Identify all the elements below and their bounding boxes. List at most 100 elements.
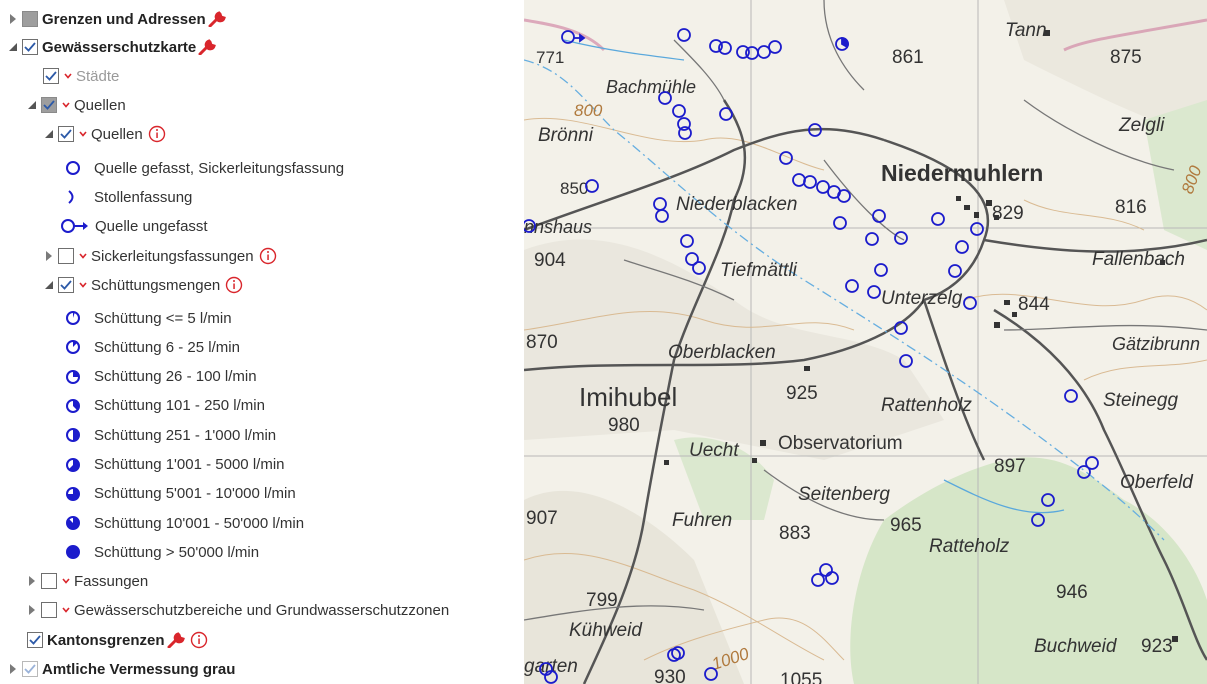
checkbox-unchecked[interactable] <box>41 602 57 618</box>
info-icon[interactable] <box>259 247 277 265</box>
chevron-down-icon[interactable] <box>78 253 88 259</box>
map-label: 1055 <box>780 670 822 684</box>
circle-open-icon <box>66 159 88 177</box>
wrench-icon[interactable] <box>167 632 185 648</box>
layer-label: Grenzen und Adressen <box>42 10 206 28</box>
map-label: Fallenbach <box>1092 249 1185 270</box>
map-label: Rattenholz <box>881 395 972 416</box>
map-view[interactable]: Tann 861 875 771 Bachmühle 800 Brönni Ze… <box>524 0 1207 684</box>
expand-arrow-icon[interactable] <box>44 250 54 262</box>
layer-quellen-group[interactable]: Quellen <box>27 92 126 118</box>
layer-quellen[interactable]: Quellen <box>44 121 166 147</box>
expand-arrow-icon[interactable] <box>27 575 37 587</box>
wrench-icon[interactable] <box>198 39 217 55</box>
layer-staedte[interactable]: Städte <box>43 63 119 89</box>
layer-panel: Grenzen und Adressen Gewässerschutzkarte… <box>0 0 524 684</box>
map-label: Oberblacken <box>668 342 776 363</box>
layer-gewaesserschutzkarte[interactable]: Gewässerschutzkarte <box>8 34 217 60</box>
checkbox-checked[interactable] <box>22 39 38 55</box>
wrench-icon[interactable] <box>208 11 226 27</box>
checkbox-checked[interactable] <box>27 632 43 648</box>
map-label: 875 <box>1110 47 1142 68</box>
checkbox-checked-disabled[interactable] <box>22 661 38 677</box>
legend-label: Schüttung 101 - 250 l/min <box>94 397 265 415</box>
flow-pie-icon <box>66 456 88 474</box>
layer-label: Kantonsgrenzen <box>47 631 165 649</box>
checkbox-unchecked[interactable] <box>41 573 57 589</box>
legend-label: Quelle ungefasst <box>95 217 208 235</box>
chevron-down-icon[interactable] <box>61 578 71 584</box>
map-label: Zelgli <box>1118 115 1165 136</box>
map-label: Tann <box>1005 20 1047 41</box>
layer-label: Quellen <box>74 96 126 114</box>
info-icon[interactable] <box>148 125 166 143</box>
topographic-map[interactable]: Tann 861 875 771 Bachmühle 800 Brönni Ze… <box>524 0 1207 684</box>
map-label: Steinegg <box>1103 390 1178 411</box>
chevron-down-icon[interactable] <box>61 102 71 108</box>
layer-schuettungsmengen[interactable]: Schüttungsmengen <box>44 272 243 298</box>
collapse-arrow-icon[interactable] <box>44 128 54 140</box>
legend-item: Schüttung <= 5 l/min <box>66 305 232 331</box>
map-label: Niederblacken <box>676 194 797 215</box>
flow-pie-icon <box>66 426 88 444</box>
checkbox-checked[interactable] <box>41 97 57 113</box>
flow-pie-icon <box>66 309 88 327</box>
collapse-arrow-icon[interactable] <box>8 41 18 53</box>
checkbox-checked[interactable] <box>58 126 74 142</box>
legend-item: Schüttung 26 - 100 l/min <box>66 364 257 390</box>
map-label: Niedermuhlern <box>881 160 1043 186</box>
chevron-down-icon[interactable] <box>78 282 88 288</box>
map-label: 799 <box>586 590 618 611</box>
legend-label: Schüttung 1'001 - 5000 l/min <box>94 456 285 473</box>
map-label: 930 <box>654 667 686 684</box>
map-label: Fuhren <box>672 510 732 531</box>
map-label: Observatorium <box>778 433 903 454</box>
expand-arrow-icon[interactable] <box>27 604 37 616</box>
map-label: Seitenberg <box>798 484 890 505</box>
legend-label: Schüttung 251 - 1'000 l/min <box>94 426 277 444</box>
checkbox-unchecked[interactable] <box>58 248 74 264</box>
map-label: 907 <box>526 508 558 529</box>
map-label: Bachmühle <box>606 77 696 97</box>
layer-fassungen[interactable]: Fassungen <box>27 568 148 594</box>
map-label: 946 <box>1056 582 1088 603</box>
checkbox-checked[interactable] <box>58 277 74 293</box>
map-label: Ratteholz <box>929 536 1010 557</box>
legend-label: Schüttung 26 - 100 l/min <box>94 368 257 386</box>
legend-item: Quelle ungefasst <box>61 213 208 239</box>
layer-kantonsgrenzen[interactable]: Kantonsgrenzen <box>27 627 208 653</box>
info-icon[interactable] <box>225 276 243 294</box>
flow-pie-icon <box>66 368 88 386</box>
layer-sickerleitungsfassungen[interactable]: Sickerleitungsfassungen <box>44 243 277 269</box>
legend-item: Schüttung 6 - 25 l/min <box>66 334 240 360</box>
legend-item: Quelle gefasst, Sickerleitungsfassung <box>66 155 344 181</box>
map-label: 897 <box>994 456 1026 477</box>
map-label: Kühweid <box>569 620 643 641</box>
checkbox-partial[interactable] <box>22 11 38 27</box>
flow-pie-icon <box>66 543 88 561</box>
map-label: Buchweid <box>1034 636 1118 657</box>
map-label: 965 <box>890 515 922 536</box>
collapse-arrow-icon[interactable] <box>27 99 37 111</box>
map-label: Oberfeld <box>1120 472 1194 493</box>
layer-label: Sickerleitungsfassungen <box>91 247 254 265</box>
legend-item: Schüttung 1'001 - 5000 l/min <box>66 452 285 478</box>
checkbox-checked[interactable] <box>43 68 59 84</box>
chevron-down-icon[interactable] <box>61 607 71 613</box>
layer-amtliche-vermessung[interactable]: Amtliche Vermessung grau <box>8 656 235 682</box>
legend-label: Schüttung 6 - 25 l/min <box>94 338 240 356</box>
expand-arrow-icon[interactable] <box>8 13 18 25</box>
flow-pie-icon <box>66 338 88 356</box>
chevron-down-icon[interactable] <box>78 131 88 137</box>
map-label: 829 <box>992 203 1024 224</box>
layer-grenzen[interactable]: Grenzen und Adressen <box>8 6 226 32</box>
layer-schutzbereiche[interactable]: Gewässerschutzbereiche und Grundwassersc… <box>27 597 449 623</box>
legend-item: Schüttung 101 - 250 l/min <box>66 393 265 419</box>
info-icon[interactable] <box>190 631 208 649</box>
map-label: 844 <box>1018 294 1050 315</box>
chevron-down-icon[interactable] <box>63 73 73 79</box>
map-label: 883 <box>779 523 811 544</box>
map-label: Unterzelg <box>881 288 963 309</box>
expand-arrow-icon[interactable] <box>8 663 18 675</box>
collapse-arrow-icon[interactable] <box>44 279 54 291</box>
